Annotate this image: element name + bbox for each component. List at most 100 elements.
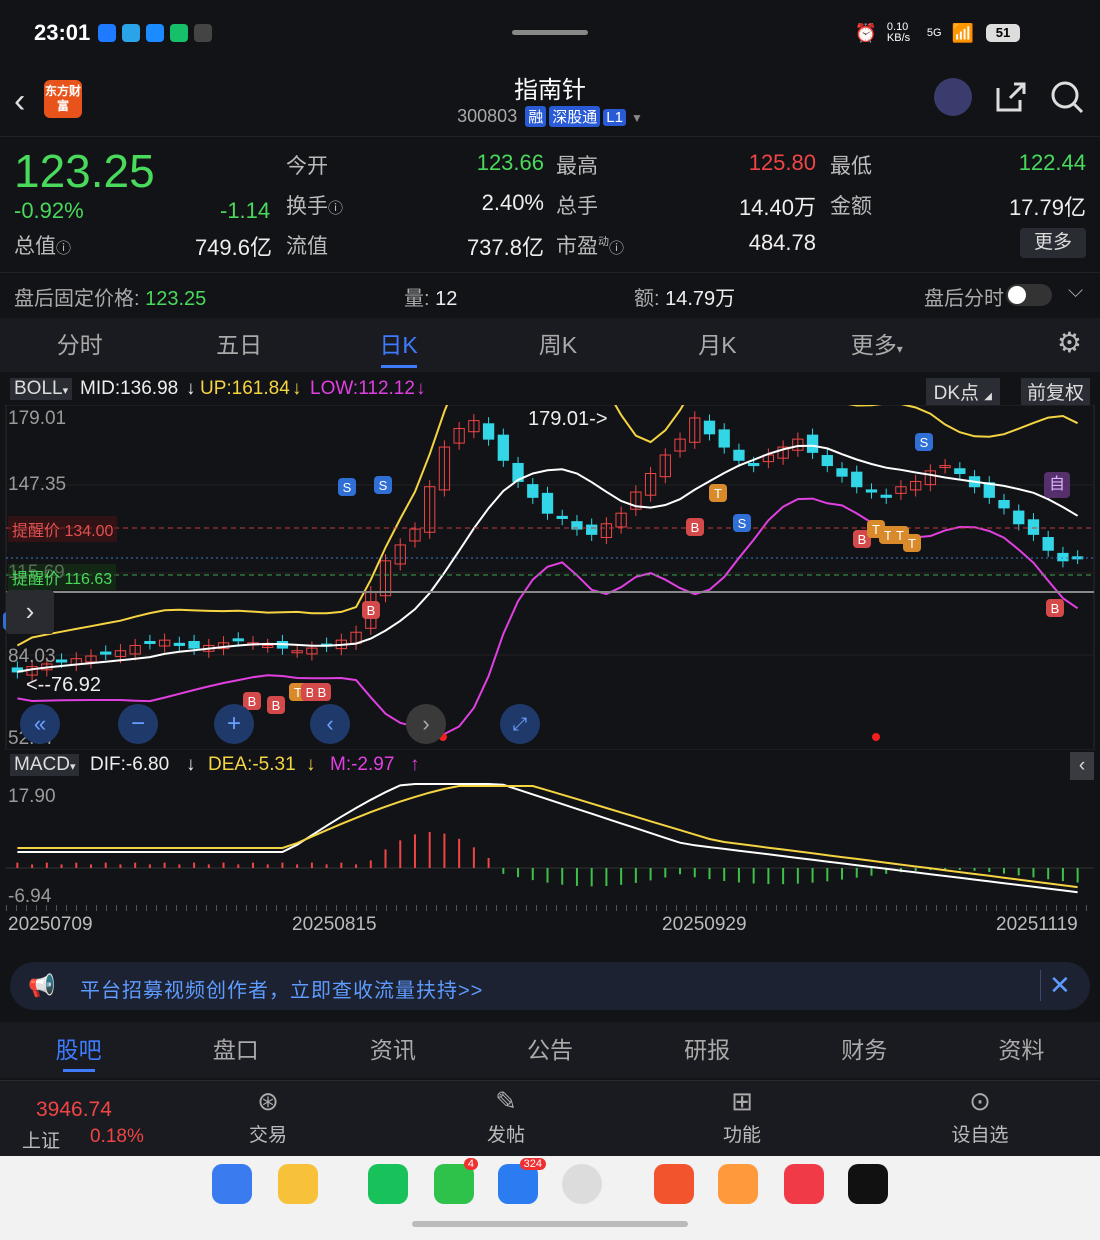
candle <box>880 494 892 498</box>
candle <box>1042 537 1054 551</box>
index-name[interactable]: 上证 <box>22 1126 60 1153</box>
change-value: -1.14 <box>220 198 271 223</box>
adjust-button[interactable]: 前复权 <box>1020 378 1090 405</box>
dk-point-button[interactable]: DK点 ◢ <box>925 378 1000 405</box>
last-price: 123.25 <box>14 145 155 197</box>
tab-intraday[interactable]: 分时 <box>0 318 159 372</box>
phone-icon[interactable] <box>368 1164 408 1204</box>
camera-icon[interactable] <box>562 1164 602 1204</box>
price-tick-top: 179.01 <box>8 408 67 429</box>
more-quote-button[interactable]: 更多 <box>1020 228 1086 258</box>
trade-signal-label: B <box>858 532 867 547</box>
collapse-panel-icon[interactable]: ‹ <box>1070 752 1094 780</box>
chevron-down-icon: ▼ <box>630 111 643 125</box>
search-icon[interactable] <box>1050 80 1084 122</box>
post-button[interactable]: ✎ 发帖 <box>466 1086 546 1147</box>
tab-finance[interactable]: 财务 <box>786 1022 943 1078</box>
candle <box>851 471 863 488</box>
after-minute-toggle[interactable] <box>1006 284 1052 306</box>
trade-signal-label: S <box>920 435 929 450</box>
index-percent[interactable]: 0.18% <box>90 1126 144 1148</box>
tab-more[interactable]: 更多▾ <box>797 318 956 372</box>
candle <box>55 659 68 663</box>
info-icon: ⓘ <box>609 240 625 257</box>
indicator-select[interactable]: BOLL▾ <box>10 378 73 400</box>
info-icon: ⓘ <box>56 240 72 257</box>
macd-dea: DEA:-5.31 <box>208 754 296 775</box>
after-volume: 量: 12 <box>404 288 458 310</box>
tab-five-day[interactable]: 五日 <box>159 318 318 372</box>
xiaohongshu-icon[interactable] <box>784 1164 824 1204</box>
tab-daily-k[interactable]: 日K <box>319 318 478 372</box>
after-minute-label: 盘后分时 <box>924 288 1004 310</box>
amount-value: 17.79亿 <box>1008 195 1086 220</box>
trade-signal-label: S <box>379 478 388 493</box>
messages-icon[interactable]: 324 <box>498 1158 546 1204</box>
zoom-out-icon[interactable]: − <box>118 704 158 744</box>
trade-signal-label: B <box>691 520 700 535</box>
date-tick: 20250929 <box>662 914 747 935</box>
chevron-right-icon[interactable]: › <box>6 590 54 634</box>
low-value: 122.44 <box>1018 150 1086 175</box>
after-amount: 额: 14.79万 <box>634 288 736 310</box>
files-icon[interactable] <box>278 1164 318 1204</box>
boll-up: UP:161.84 <box>200 378 290 399</box>
eastmoney-app-icon[interactable] <box>654 1164 694 1204</box>
alert-high-label[interactable]: 提醒价 134.00 <box>8 516 118 542</box>
candle <box>144 640 156 644</box>
tab-orderbook[interactable]: 盘口 <box>157 1022 314 1078</box>
tab-profile[interactable]: 资料 <box>943 1022 1100 1078</box>
fullscreen-icon[interactable]: ⤢ <box>500 704 540 744</box>
candle <box>541 492 554 514</box>
high-value: 125.80 <box>748 150 816 175</box>
tab-research[interactable]: 研报 <box>629 1022 786 1078</box>
meitu-icon[interactable] <box>718 1164 758 1204</box>
macd-tick-top: 17.90 <box>8 786 56 807</box>
self-mark[interactable]: 自 <box>1044 472 1070 498</box>
macd-select[interactable]: MACD▾ <box>10 754 80 776</box>
share-icon[interactable] <box>994 80 1028 122</box>
promo-banner[interactable]: 📢 平台招募视频创作者，立即查收流量扶持>> ✕ <box>10 962 1090 1010</box>
candle <box>1057 552 1069 562</box>
candle <box>821 455 833 467</box>
candle <box>586 524 598 535</box>
zoom-in-icon[interactable]: + <box>214 704 254 744</box>
tab-news[interactable]: 资讯 <box>314 1022 471 1078</box>
candle <box>998 499 1010 509</box>
change-percent: -0.92% <box>14 198 84 223</box>
promo-text[interactable]: 平台招募视频创作者，立即查收流量扶持>> <box>80 974 483 1003</box>
notification-icons <box>98 24 212 42</box>
tag-margin: 融 <box>525 106 547 127</box>
home-indicator[interactable] <box>412 1221 688 1227</box>
telegram-icon <box>122 24 140 42</box>
after-fixed-price: 盘后固定价格: 123.25 <box>14 288 207 310</box>
scroll-left-icon[interactable]: ‹ <box>310 704 350 744</box>
chevron-down-icon[interactable]: ⌵ <box>1068 280 1083 303</box>
douyin-icon[interactable] <box>848 1164 888 1204</box>
assistant-robot-icon[interactable] <box>934 78 972 116</box>
trade-signal-label: T <box>714 486 722 501</box>
gear-icon[interactable]: ⚙ <box>1057 326 1082 359</box>
scroll-right-icon[interactable]: › <box>406 704 446 744</box>
network-label: 5G <box>926 27 942 39</box>
trade-button[interactable]: ⊛ 交易 <box>228 1086 308 1147</box>
kline-chart[interactable]: SSBBBTBBBTSSBTTTTBS <box>0 405 1100 750</box>
macd-chart[interactable] <box>0 782 1100 912</box>
candle <box>100 651 112 655</box>
boll-low: LOW:112.12 <box>310 378 415 399</box>
wechat-icon[interactable]: 4 <box>434 1158 478 1204</box>
edit-icon: ✎ <box>495 1086 517 1116</box>
app-store-icon[interactable] <box>212 1164 252 1204</box>
tab-weekly-k[interactable]: 周K <box>478 318 637 372</box>
tab-monthly-k[interactable]: 月K <box>638 318 797 372</box>
tab-forum[interactable]: 股吧 <box>0 1022 157 1078</box>
date-tick: 20251119 <box>996 914 1078 935</box>
index-value[interactable]: 3946.74 <box>36 1098 112 1122</box>
function-button[interactable]: ⊞ 功能 <box>702 1086 782 1147</box>
rewind-icon[interactable]: « <box>20 704 60 744</box>
close-icon[interactable]: ✕ <box>1040 970 1071 1001</box>
tab-announcements[interactable]: 公告 <box>471 1022 628 1078</box>
high-label: 最高 <box>556 155 598 178</box>
add-watchlist-button[interactable]: ⊙ 设自选 <box>940 1086 1020 1147</box>
alert-low-label[interactable]: 提醒价 116.63 <box>8 564 117 590</box>
